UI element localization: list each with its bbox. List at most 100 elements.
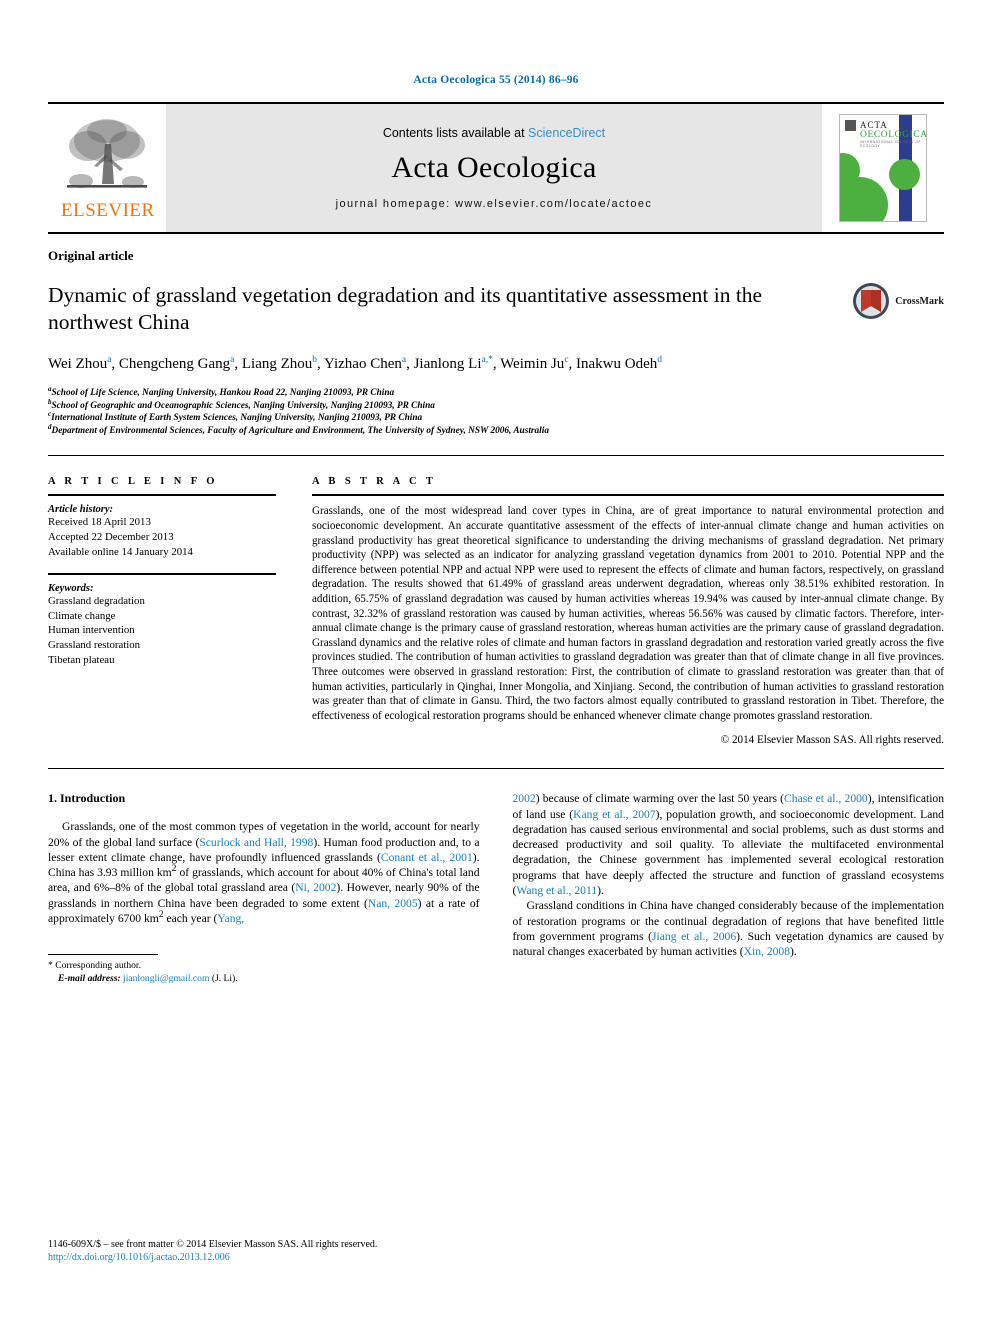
affiliation-list: aSchool of Life Science, Nanjing Univers… bbox=[48, 385, 944, 438]
author-item: Weimin Juc, bbox=[500, 355, 577, 372]
author-affiliation-marker: d bbox=[657, 355, 663, 365]
abstract-column: A B S T R A C T Grasslands, one of the m… bbox=[312, 476, 944, 746]
cover-line-3: INTERNATIONAL JOURNAL OF ECOLOGY bbox=[860, 140, 922, 148]
affiliation-item: bSchool of Geographic and Oceanographic … bbox=[48, 398, 944, 413]
citation-link[interactable]: Yang, bbox=[217, 912, 244, 925]
author-separator: , bbox=[492, 356, 501, 372]
author-name: Liang Zhou bbox=[241, 356, 313, 372]
intro-paragraph-right-1: 2002) because of climate warming over th… bbox=[513, 791, 945, 898]
intro-paragraph-left: Grasslands, one of the most common types… bbox=[48, 819, 480, 926]
crossmark-badge[interactable]: CrossMark bbox=[852, 282, 944, 320]
abstract-heading: A B S T R A C T bbox=[312, 476, 437, 488]
keywords-rule bbox=[48, 573, 276, 576]
keyword-item: Tibetan plateau bbox=[48, 653, 115, 666]
citation-link[interactable]: 2002 bbox=[513, 792, 536, 805]
sciencedirect-link[interactable]: ScienceDirect bbox=[528, 126, 605, 140]
author-separator: , bbox=[406, 356, 414, 372]
text-run: ). bbox=[790, 945, 797, 959]
affiliation-text: School of Geographic and Oceanographic S… bbox=[51, 400, 435, 411]
paper-page: Acta Oecologica 55 (2014) 86–96 ELSEVIER… bbox=[0, 0, 992, 1323]
section-heading-introduction: 1. Introduction bbox=[48, 791, 126, 806]
author-separator: , bbox=[317, 356, 324, 372]
text-run: each year ( bbox=[163, 912, 218, 926]
cover-circle-3 bbox=[889, 159, 920, 190]
history-item: Accepted 22 December 2013 bbox=[48, 530, 174, 543]
journal-title: Acta Oecologica bbox=[391, 151, 597, 184]
journal-homepage[interactable]: journal homepage: www.elsevier.com/locat… bbox=[336, 198, 653, 210]
page-title: Dynamic of grassland vegetation degradat… bbox=[48, 283, 763, 334]
history-item: Received 18 April 2013 bbox=[48, 516, 151, 529]
author-item: Yizhao Chena, bbox=[323, 355, 414, 372]
article-info-rule bbox=[48, 494, 276, 497]
keywords-label: Keywords: bbox=[48, 583, 94, 595]
issn-front-matter: 1146-609X/$ – see front matter © 2014 El… bbox=[48, 1239, 378, 1250]
intro-paragraph-right-2: Grassland conditions in China have chang… bbox=[513, 898, 945, 959]
author-item: Chengcheng Ganga, bbox=[118, 355, 242, 372]
info-abstract-row: A R T I C L E I N F O Article history: R… bbox=[48, 456, 944, 746]
doi-link[interactable]: http://dx.doi.org/10.1016/j.actao.2013.1… bbox=[48, 1252, 230, 1263]
contents-available-line: Contents lists available at ScienceDirec… bbox=[383, 126, 605, 140]
citation-link[interactable]: Chase et al., 2000 bbox=[784, 792, 868, 805]
keyword-item: Grassland degradation bbox=[48, 595, 145, 608]
affiliation-text: Department of Environmental Sciences, Fa… bbox=[51, 425, 550, 436]
body-columns: 1. Introduction Grasslands, one of the m… bbox=[48, 769, 944, 985]
author-name: Yizhao Chen bbox=[323, 356, 402, 372]
page-footer: 1146-609X/$ – see front matter © 2014 El… bbox=[48, 1238, 478, 1265]
author-affiliation-marker: a,* bbox=[481, 355, 493, 365]
abstract-text: Grasslands, one of the most widespread l… bbox=[312, 505, 944, 722]
cover-line-1: ACTA bbox=[860, 120, 888, 130]
keyword-item: Climate change bbox=[48, 609, 116, 622]
citation-link[interactable]: Jiang et al., 2006 bbox=[652, 930, 736, 943]
author-name: Jianlong Li bbox=[413, 356, 482, 372]
email-label: E-mail address: bbox=[58, 972, 121, 984]
author-separator: , bbox=[111, 356, 119, 372]
publisher-logo: ELSEVIER bbox=[48, 104, 166, 232]
keyword-item: Grassland restoration bbox=[48, 638, 141, 651]
author-separator: , bbox=[234, 356, 242, 372]
elsevier-tree-icon bbox=[67, 119, 147, 188]
affiliation-item: dDepartment of Environmental Sciences, F… bbox=[48, 423, 944, 438]
crossmark-icon bbox=[852, 282, 890, 320]
citation-link[interactable]: Conant et al., 2001 bbox=[381, 851, 473, 864]
citation-link[interactable]: Kang et al., 2007 bbox=[573, 808, 656, 821]
crossmark-label: CrossMark bbox=[895, 295, 944, 307]
author-separator: , bbox=[568, 356, 577, 372]
affiliation-item: cInternational Institute of Earth System… bbox=[48, 411, 944, 425]
running-head: Acta Oecologica 55 (2014) 86–96 bbox=[413, 74, 579, 86]
abstract-copyright: © 2014 Elsevier Masson SAS. All rights r… bbox=[720, 734, 944, 747]
affiliation-item: aSchool of Life Science, Nanjing Univers… bbox=[48, 385, 944, 400]
citation-link[interactable]: Xin, 2008 bbox=[744, 945, 790, 958]
citation-link[interactable]: Ni, 2002 bbox=[295, 881, 336, 894]
author-name: Inakwu Odeh bbox=[576, 356, 658, 372]
footnote-rule bbox=[48, 954, 158, 956]
text-run: ). bbox=[597, 884, 604, 898]
journal-cover-thumbnail: ACTA OECOLOGICA INTERNATIONAL JOURNAL OF… bbox=[822, 104, 944, 232]
cover-circle-2 bbox=[840, 177, 888, 221]
author-item: Wei Zhoua, bbox=[48, 355, 119, 372]
author-list: Wei Zhoua, Chengcheng Ganga, Liang Zhoub… bbox=[48, 353, 838, 375]
article-info-heading: A R T I C L E I N F O bbox=[48, 476, 218, 488]
corresponding-author-note: * Corresponding author. bbox=[48, 960, 480, 973]
article-type: Original article bbox=[48, 248, 134, 263]
author-item: Inakwu Odehd bbox=[576, 355, 663, 372]
email-link[interactable]: jianlongli@gmail.com bbox=[123, 973, 209, 984]
corresponding-text: * Corresponding author. bbox=[48, 960, 141, 972]
left-column: 1. Introduction Grasslands, one of the m… bbox=[48, 791, 480, 985]
citation-link[interactable]: Nan, 2005 bbox=[368, 897, 418, 910]
text-run: ) because of climate warming over the la… bbox=[535, 792, 785, 806]
affiliation-text: School of Life Science, Nanjing Universi… bbox=[51, 388, 395, 398]
citation-link[interactable]: Scurlock and Hall, 1998 bbox=[199, 836, 313, 849]
author-name: Wei Zhou bbox=[48, 356, 108, 372]
email-owner: (J. Li). bbox=[211, 972, 238, 984]
author-name: Chengcheng Gang bbox=[118, 356, 231, 372]
affiliation-text: International Institute of Earth System … bbox=[51, 413, 423, 424]
abstract-rule bbox=[312, 494, 944, 497]
email-note: E-mail address: jianlongli@gmail.com (J.… bbox=[48, 973, 480, 986]
author-name: Weimin Ju bbox=[500, 356, 565, 372]
elsevier-wordmark: ELSEVIER bbox=[61, 200, 155, 221]
cover-line-2: OECOLOGICA bbox=[860, 130, 927, 140]
citation-link[interactable]: Wang et al., 2011 bbox=[516, 884, 597, 897]
author-item: Jianlong Lia,*, bbox=[413, 355, 501, 372]
contents-prefix: Contents lists available at bbox=[382, 126, 529, 140]
right-column: 2002) because of climate warming over th… bbox=[513, 791, 945, 985]
